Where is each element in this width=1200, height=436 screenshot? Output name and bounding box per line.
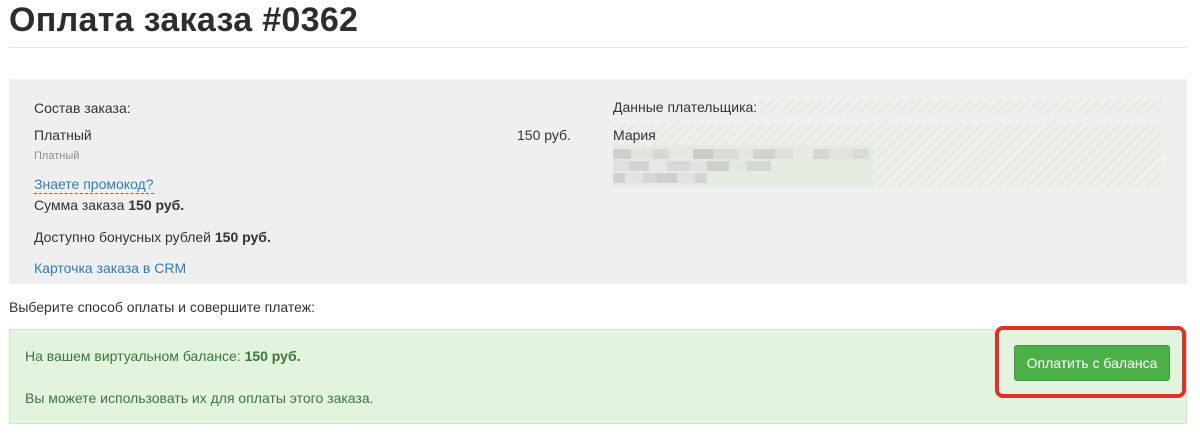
order-sum-line: Сумма заказа 150 руб.: [34, 196, 184, 214]
order-item-price: 150 руб.: [517, 127, 571, 143]
payer-blurred-line-3: [613, 173, 707, 183]
bonus-label: Доступно бонусных рублей: [34, 229, 211, 245]
payer-name: Мария: [613, 127, 656, 143]
balance-label: На вашем виртуальном балансе:: [25, 348, 241, 364]
payment-method-hint: Выберите способ оплаты и совершите плате…: [9, 299, 316, 315]
bonus-value: 150 руб.: [214, 229, 271, 245]
balance-value: 150 руб.: [244, 348, 301, 364]
order-item-subtitle: Платный: [34, 150, 80, 162]
title-divider: [9, 47, 1187, 48]
order-sum-label: Сумма заказа: [34, 197, 125, 213]
order-item-name: Платный: [34, 127, 92, 143]
balance-line: На вашем виртуальном балансе: 150 руб.: [25, 347, 301, 365]
payer-label-mask: [752, 99, 1161, 114]
payer-data-label: Данные плательщика:: [613, 98, 760, 116]
balance-usage-hint: Вы можете использовать их для оплаты это…: [25, 390, 374, 406]
order-sum-value: 150 руб.: [128, 197, 185, 213]
crm-order-card-link[interactable]: Карточка заказа в CRM: [34, 259, 186, 277]
pay-from-balance-button[interactable]: Оплатить с баланса: [1014, 345, 1170, 381]
promo-code-link[interactable]: Знаете промокод?: [34, 176, 154, 194]
order-summary-panel: Состав заказа: Платный Платный 150 руб. …: [9, 79, 1187, 284]
payer-blurred-line-2: [613, 161, 771, 171]
payer-blurred-line-1: [613, 149, 869, 159]
page-title: Оплата заказа #0362: [9, 1, 359, 39]
bonus-line: Доступно бонусных рублей 150 руб.: [34, 228, 271, 246]
order-composition-label: Состав заказа:: [34, 100, 131, 116]
